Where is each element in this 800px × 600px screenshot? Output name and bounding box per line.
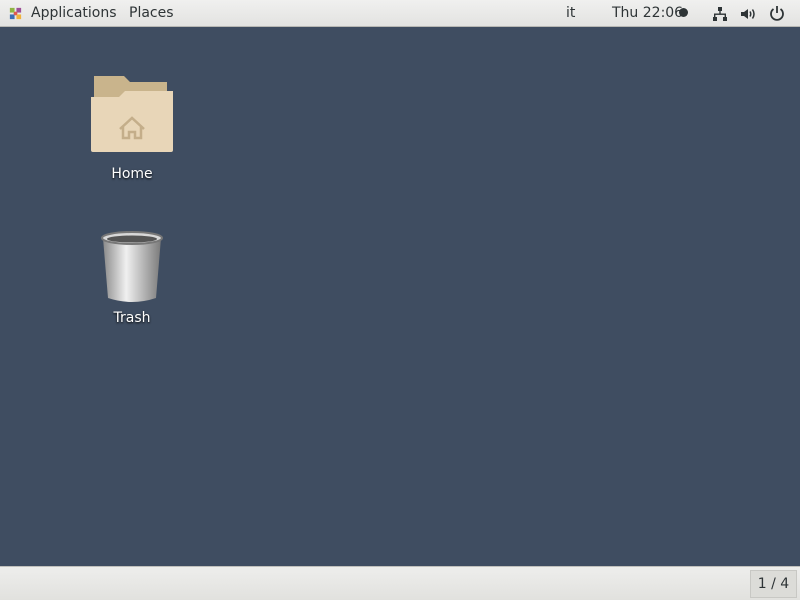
- places-menu[interactable]: Places: [129, 5, 174, 21]
- clock[interactable]: Thu 22:06: [612, 5, 683, 21]
- workspace-switcher[interactable]: 1 / 4: [750, 570, 797, 598]
- folder-home-icon: [91, 76, 173, 152]
- home-folder-icon[interactable]: Home: [82, 75, 182, 182]
- volume-icon[interactable]: [740, 6, 756, 22]
- notification-dot-icon: [679, 8, 688, 17]
- top-bar: Applications Places it Thu 22:06: [0, 0, 800, 27]
- trash-icon-item[interactable]: Trash: [82, 230, 182, 326]
- applications-logo-icon: [9, 7, 22, 20]
- applications-menu[interactable]: Applications: [31, 5, 117, 21]
- home-label: Home: [111, 166, 153, 182]
- trash-icon: [101, 231, 163, 302]
- bottom-bar: 1 / 4: [0, 566, 800, 600]
- power-icon[interactable]: [769, 5, 785, 21]
- desktop[interactable]: Home Trash: [0, 27, 800, 566]
- trash-label: Trash: [113, 310, 151, 326]
- keyboard-layout-indicator[interactable]: it: [566, 5, 575, 21]
- network-icon[interactable]: [712, 6, 728, 22]
